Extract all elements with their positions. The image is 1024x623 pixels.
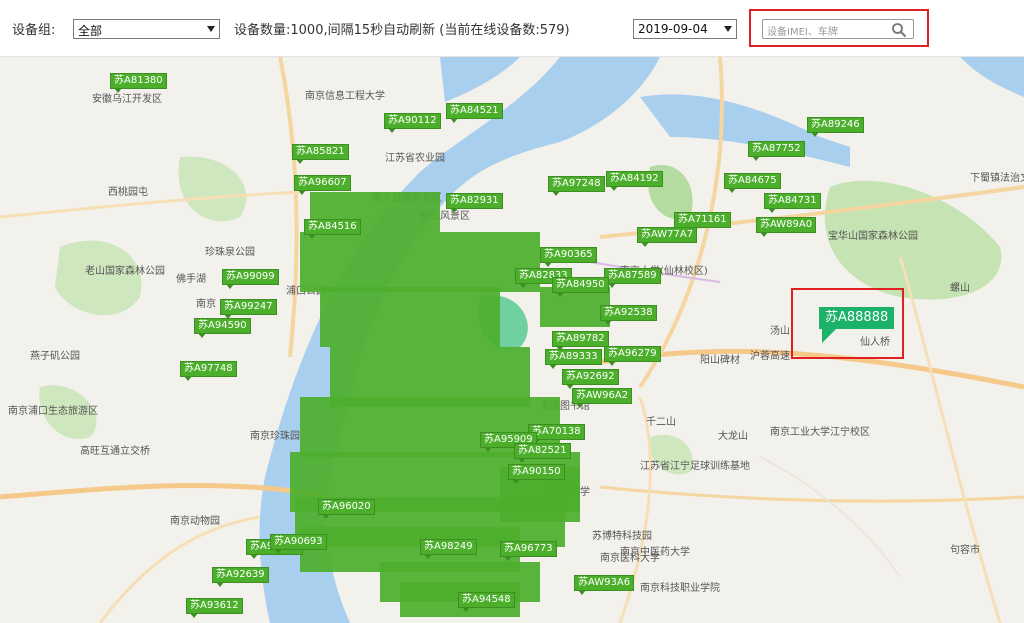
map-place-label: 江苏省江宁足球训练基地	[640, 461, 750, 472]
vehicle-marker[interactable]: 苏A94548	[458, 592, 515, 612]
map-place-label: 苏博特科技园	[592, 531, 652, 542]
vehicle-marker[interactable]: 苏A97248	[548, 176, 605, 196]
map-place-label: 南京珍珠园	[250, 431, 300, 442]
vehicle-marker[interactable]: 苏A92692	[562, 369, 619, 389]
map-place-label: 安徽乌江开发区	[92, 94, 162, 105]
vehicle-marker[interactable]: 苏AW96A2	[572, 388, 633, 408]
vehicle-marker[interactable]: 苏AW93A6	[574, 575, 635, 595]
vehicle-marker[interactable]: 苏AW89A0	[756, 217, 817, 237]
vehicle-marker[interactable]: 苏A84675	[724, 173, 781, 193]
vehicle-marker[interactable]: 苏A84521	[446, 103, 503, 123]
marker-cluster[interactable]	[300, 232, 540, 292]
date-select[interactable]: 2019-09-04	[633, 19, 737, 39]
vehicle-marker[interactable]: 苏A96773	[500, 541, 557, 561]
device-group-label: 设备组:	[12, 23, 56, 38]
map-place-label: 江苏省农业园	[385, 153, 445, 164]
vehicle-marker[interactable]: 苏A96279	[604, 346, 661, 366]
map-place-label: 南京浦口生态旅游区	[8, 406, 98, 417]
vehicle-marker[interactable]: 苏A99099	[222, 269, 279, 289]
vehicle-marker[interactable]: 苏A84192	[606, 171, 663, 191]
search-highlight-frame: 设备IMEI、车牌	[749, 9, 929, 47]
map-place-label: 汤山	[770, 326, 790, 337]
vehicle-marker[interactable]: 苏A90150	[508, 464, 565, 484]
map-place-label: 珍珠泉公园	[205, 247, 255, 258]
map-place-label: 老山国家森林公园	[85, 266, 165, 277]
search-icon[interactable]	[891, 22, 907, 38]
map-place-label: 下蜀镇法治文化广场	[970, 173, 1024, 184]
vehicle-marker[interactable]: 苏A82521	[514, 443, 571, 463]
chevron-down-icon	[724, 26, 732, 32]
vehicle-marker[interactable]: 苏A87752	[748, 141, 805, 161]
map-view[interactable]: 安徽乌江开发区南京信息工程大学南京鼓楼风景区江苏省农业园西桃园屯珍珠泉公园南京佛…	[0, 57, 1024, 623]
highlighted-vehicle-marker[interactable]: 苏A88888	[819, 307, 895, 343]
map-place-label: 句容市	[950, 545, 980, 556]
map-place-label: 阳山碑材	[700, 355, 740, 366]
device-status-text: 设备数量:1000,间隔15秒自动刷新 (当前在线设备数:579)	[234, 23, 570, 38]
map-place-label: 南京动物园	[170, 516, 220, 527]
map-place-label: 千二山	[646, 417, 676, 428]
map-place-label: 南京科技职业学院	[640, 583, 720, 594]
vehicle-marker[interactable]: 苏A82931	[446, 193, 503, 213]
vehicle-marker[interactable]: 苏A90365	[540, 247, 597, 267]
vehicle-marker[interactable]: 苏A87589	[604, 268, 661, 288]
map-place-label: 大龙山	[718, 431, 748, 442]
vehicle-marker[interactable]: 苏A96607	[294, 175, 351, 195]
vehicle-marker[interactable]: 苏A92639	[212, 567, 269, 587]
device-group-value: 全部	[78, 24, 103, 38]
map-place-label: 佛手湖	[176, 274, 206, 285]
vehicle-marker[interactable]: 苏A81380	[110, 73, 167, 93]
marker-cluster[interactable]	[320, 287, 500, 347]
vehicle-marker[interactable]: 苏A94590	[194, 318, 251, 338]
chevron-down-icon	[207, 26, 215, 32]
map-place-label: 南京	[196, 299, 216, 310]
vehicle-marker[interactable]: 苏A85821	[292, 144, 349, 164]
toolbar: 设备组: 全部 设备数量:1000,间隔15秒自动刷新 (当前在线设备数:579…	[0, 0, 1024, 57]
vehicle-marker[interactable]: 苏A89782	[552, 331, 609, 351]
map-place-label: 沪蓉高速	[750, 351, 790, 362]
vehicle-marker[interactable]: 苏A89246	[807, 117, 864, 137]
map-place-label: 宝华山国家森林公园	[828, 231, 918, 242]
vehicle-marker[interactable]: 苏A90112	[384, 113, 441, 133]
vehicle-marker[interactable]: 苏A89333	[545, 349, 602, 369]
vehicle-marker[interactable]: 苏A99247	[220, 299, 277, 319]
device-group-select[interactable]: 全部	[73, 19, 220, 39]
vehicle-marker[interactable]: 苏A84950	[552, 277, 609, 297]
map-place-label: 燕子矶公园	[30, 351, 80, 362]
vehicle-marker[interactable]: 苏A92538	[600, 305, 657, 325]
map-place-label: 西桃园屯	[108, 187, 148, 198]
vehicle-marker[interactable]: 苏A93612	[186, 598, 243, 618]
vehicle-marker[interactable]: 苏A71161	[674, 212, 731, 232]
vehicle-marker[interactable]: 苏A90693	[270, 534, 327, 554]
search-input[interactable]: 设备IMEI、车牌	[762, 19, 914, 39]
date-value: 2019-09-04	[638, 22, 708, 36]
map-place-label: 螺山	[950, 283, 970, 294]
search-placeholder: 设备IMEI、车牌	[767, 27, 838, 38]
vehicle-marker[interactable]: 苏A98249	[420, 539, 477, 559]
map-place-label: 南京工业大学江宁校区	[770, 427, 870, 438]
map-place-label: 高旺互通立交桥	[80, 446, 150, 457]
vehicle-marker[interactable]: 苏AW77A7	[637, 227, 698, 247]
map-place-label: 南京医科大学	[600, 553, 660, 564]
map-place-label: 南京信息工程大学	[305, 91, 385, 102]
vehicle-marker[interactable]: 苏A96020	[318, 499, 375, 519]
vehicle-marker[interactable]: 苏A97748	[180, 361, 237, 381]
vehicle-marker[interactable]: 苏A84731	[764, 193, 821, 213]
vehicle-marker[interactable]: 苏A84516	[304, 219, 361, 239]
